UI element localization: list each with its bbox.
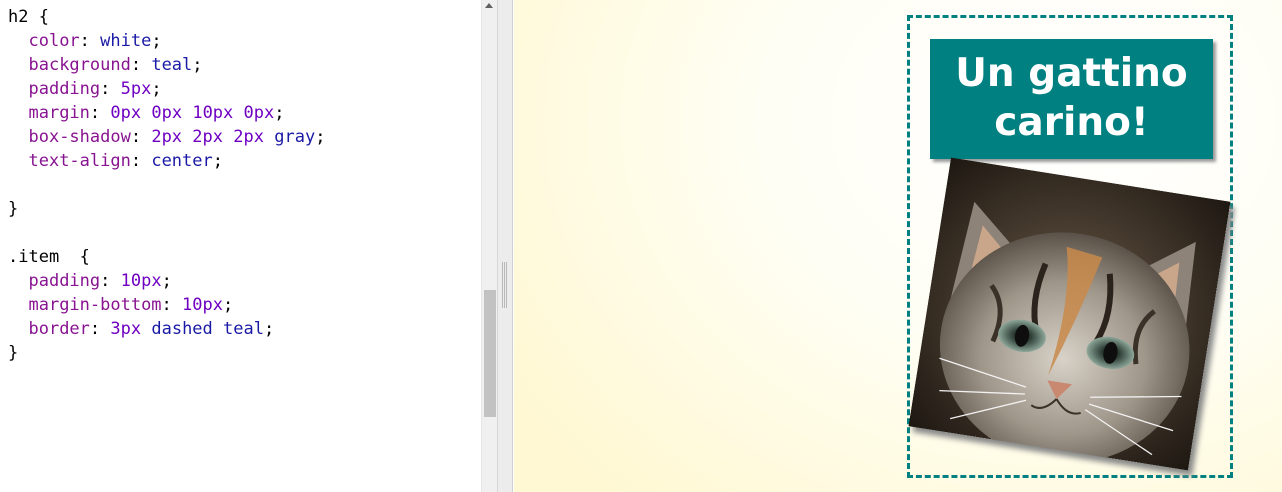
code-token: : xyxy=(130,151,152,171)
code-token: ; xyxy=(315,127,326,147)
code-token: : xyxy=(161,295,183,315)
code-token: : xyxy=(79,31,101,51)
code-token: ; xyxy=(192,55,203,75)
code-token: 5px xyxy=(120,79,152,99)
code-token: margin-bottom xyxy=(28,295,162,315)
code-token: dashed xyxy=(151,319,213,339)
code-token: ; xyxy=(274,103,285,123)
code-token: padding xyxy=(28,271,101,291)
code-token: h2 { xyxy=(8,7,49,27)
code-token: teal xyxy=(151,55,193,75)
code-token: : xyxy=(89,103,111,123)
code-token: : xyxy=(100,79,121,99)
code-token: } xyxy=(8,343,19,363)
triangle-up-icon[interactable] xyxy=(485,3,493,8)
code-token: .item { xyxy=(8,247,90,267)
code-token: box-shadow xyxy=(28,127,131,147)
code-token: ; xyxy=(222,295,234,315)
code-line[interactable]: padding: 10px; xyxy=(8,269,325,293)
code-token: border xyxy=(28,319,90,339)
code-token: 0px xyxy=(243,103,275,123)
code-token: : xyxy=(130,55,152,75)
splitter-grip-icon[interactable] xyxy=(502,262,508,308)
code-line[interactable] xyxy=(8,221,325,245)
code-line[interactable]: } xyxy=(8,341,325,365)
code-token: } xyxy=(8,199,19,219)
code-token: center xyxy=(151,151,213,171)
code-token: 10px xyxy=(182,295,223,315)
code-token: ; xyxy=(263,319,275,339)
code-line[interactable]: margin-bottom: 10px; xyxy=(8,293,325,317)
code-line[interactable]: background: teal; xyxy=(8,53,325,77)
code-line[interactable]: .item { xyxy=(8,245,325,269)
code-token: : xyxy=(100,271,121,291)
code-line[interactable] xyxy=(8,173,325,197)
kitten-photo xyxy=(908,157,1231,471)
code-token: 0px xyxy=(110,103,142,123)
code-token: padding xyxy=(28,79,101,99)
code-token: 2px xyxy=(192,127,224,147)
code-line[interactable]: border: 3px dashed teal; xyxy=(8,317,325,341)
code-line[interactable]: color: white; xyxy=(8,29,325,53)
code-token: ; xyxy=(161,271,172,291)
item-card: Un gattino carino! xyxy=(907,15,1233,478)
editor-vertical-scrollbar[interactable] xyxy=(481,0,497,492)
css-code-editor[interactable]: h2 { color: white; background: teal; pad… xyxy=(0,0,481,492)
scrollbar-thumb[interactable] xyxy=(484,290,496,417)
code-token: : xyxy=(130,127,152,147)
page-heading: Un gattino carino! xyxy=(930,39,1213,159)
code-line[interactable]: box-shadow: 2px 2px 2px gray; xyxy=(8,125,325,149)
code-token: 3px xyxy=(110,319,142,339)
code-line[interactable]: padding: 5px; xyxy=(8,77,325,101)
code-token: ; xyxy=(151,31,162,51)
code-token: white xyxy=(100,31,152,51)
code-token: 2px xyxy=(233,127,264,147)
heading-line-2: carino! xyxy=(994,100,1149,145)
code-token: 10px xyxy=(192,103,234,123)
code-token: 2px xyxy=(151,127,183,147)
code-token: 0px xyxy=(151,103,183,123)
code-token: ; xyxy=(151,79,162,99)
kitten-image xyxy=(908,157,1231,471)
code-token: teal xyxy=(223,319,264,339)
code-token: ; xyxy=(212,151,223,171)
code-line[interactable]: h2 { xyxy=(8,5,325,29)
preview-pane: Un gattino carino! xyxy=(514,0,1282,492)
heading-line-1: Un gattino xyxy=(955,51,1188,96)
code-area[interactable]: h2 { color: white; background: teal; pad… xyxy=(8,5,325,365)
code-line[interactable]: } xyxy=(8,197,325,221)
code-token: text-align xyxy=(28,151,131,171)
code-token: margin xyxy=(28,103,90,123)
code-token: gray xyxy=(274,127,316,147)
code-line[interactable]: text-align: center; xyxy=(8,149,325,173)
code-token: 10px xyxy=(120,271,162,291)
code-token: color xyxy=(28,31,80,51)
code-token: : xyxy=(89,319,111,339)
code-line[interactable]: margin: 0px 0px 10px 0px; xyxy=(8,101,325,125)
code-token: background xyxy=(28,55,131,75)
pane-splitter[interactable] xyxy=(497,0,513,492)
